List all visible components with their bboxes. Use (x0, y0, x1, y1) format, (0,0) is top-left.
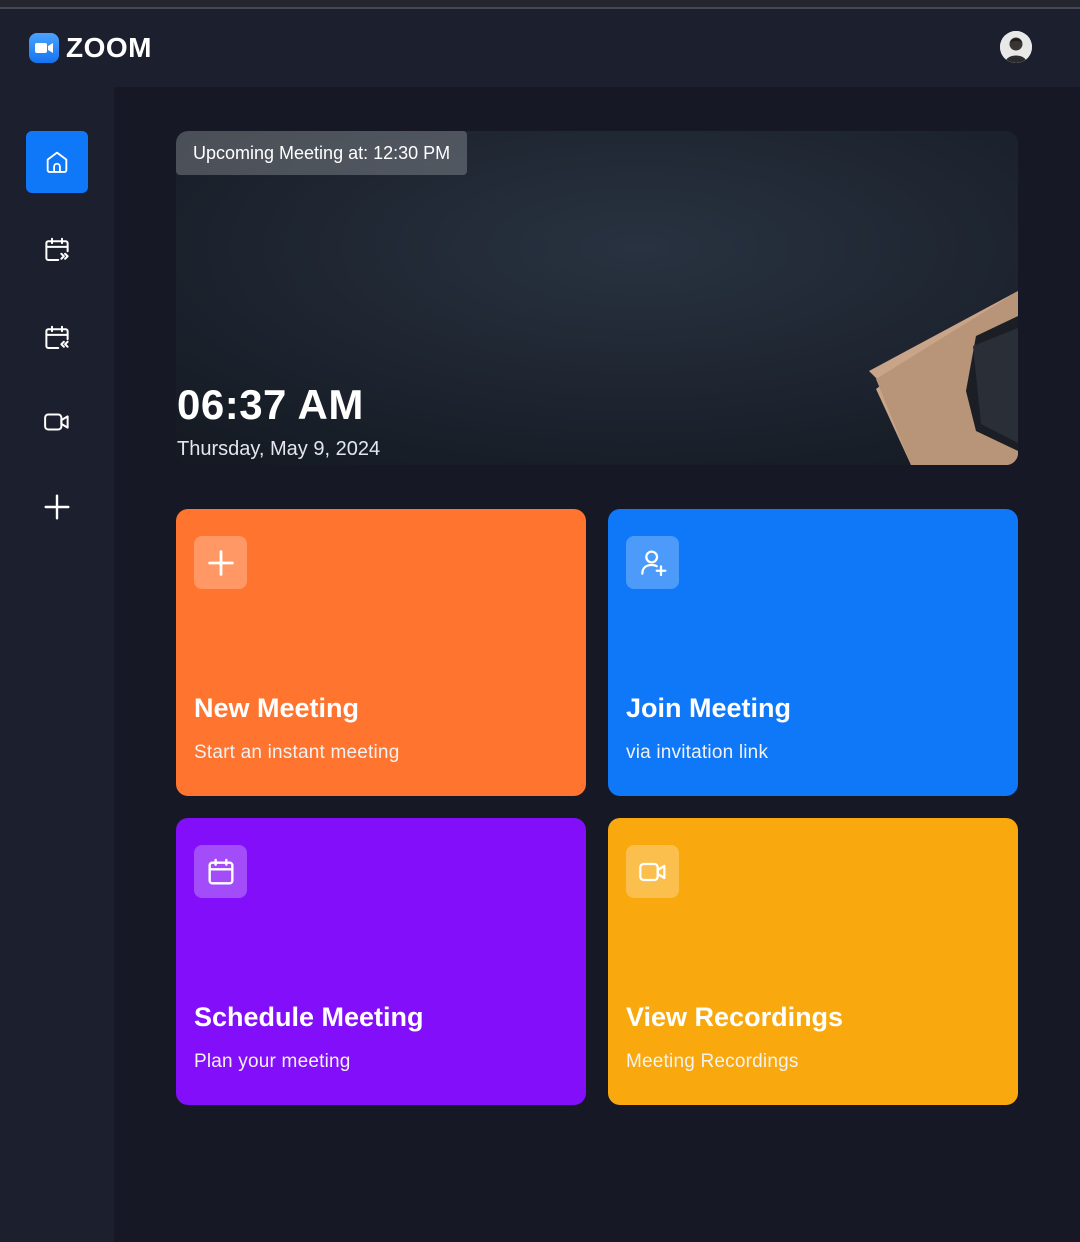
home-icon (46, 151, 68, 173)
plus-icon (44, 494, 70, 520)
calendar-icon (194, 845, 247, 898)
card-title: View Recordings (626, 1002, 844, 1032)
sidebar-item-home[interactable] (26, 131, 88, 193)
sidebar (0, 87, 114, 1242)
card-subtitle: Meeting Recordings (626, 1051, 799, 1072)
join-meeting-card[interactable]: Join Meeting via invitation link (608, 509, 1018, 796)
view-recordings-card[interactable]: View Recordings Meeting Recordings (608, 818, 1018, 1105)
app-logo[interactable]: ZOOM (29, 32, 152, 64)
card-title: Join Meeting (626, 693, 792, 723)
app-name: ZOOM (66, 32, 152, 63)
video-icon (626, 845, 679, 898)
hero-banner: Upcoming Meeting at: 12:30 PM 06:37 AM T… (176, 131, 1018, 465)
user-avatar[interactable] (1000, 31, 1032, 63)
card-subtitle: Start an instant meeting (194, 742, 400, 763)
sidebar-item-recordings[interactable] (26, 391, 88, 453)
plus-icon (194, 536, 247, 589)
card-title: Schedule Meeting (194, 1002, 424, 1032)
new-meeting-card[interactable]: New Meeting Start an instant meeting (176, 509, 586, 796)
calendar-previous-icon (45, 325, 69, 349)
current-time: 06:37 AM (177, 381, 364, 428)
top-navbar: ZOOM (0, 9, 1080, 87)
current-date: Thursday, May 9, 2024 (177, 438, 381, 460)
calendar-upcoming-icon (45, 237, 69, 261)
card-subtitle: Plan your meeting (194, 1051, 351, 1072)
upcoming-meeting-badge: Upcoming Meeting at: 12:30 PM (176, 131, 468, 175)
card-title: New Meeting (194, 693, 360, 723)
add-user-icon (626, 536, 679, 589)
window-top-edge (0, 0, 1080, 9)
schedule-meeting-card[interactable]: Schedule Meeting Plan your meeting (176, 818, 586, 1105)
sidebar-item-previous[interactable] (26, 307, 88, 369)
sidebar-item-upcoming[interactable] (26, 219, 88, 281)
video-icon (44, 413, 69, 431)
zoom-logo-icon (29, 33, 59, 63)
card-subtitle: via invitation link (626, 742, 769, 763)
sidebar-item-personal-room[interactable] (26, 476, 88, 538)
